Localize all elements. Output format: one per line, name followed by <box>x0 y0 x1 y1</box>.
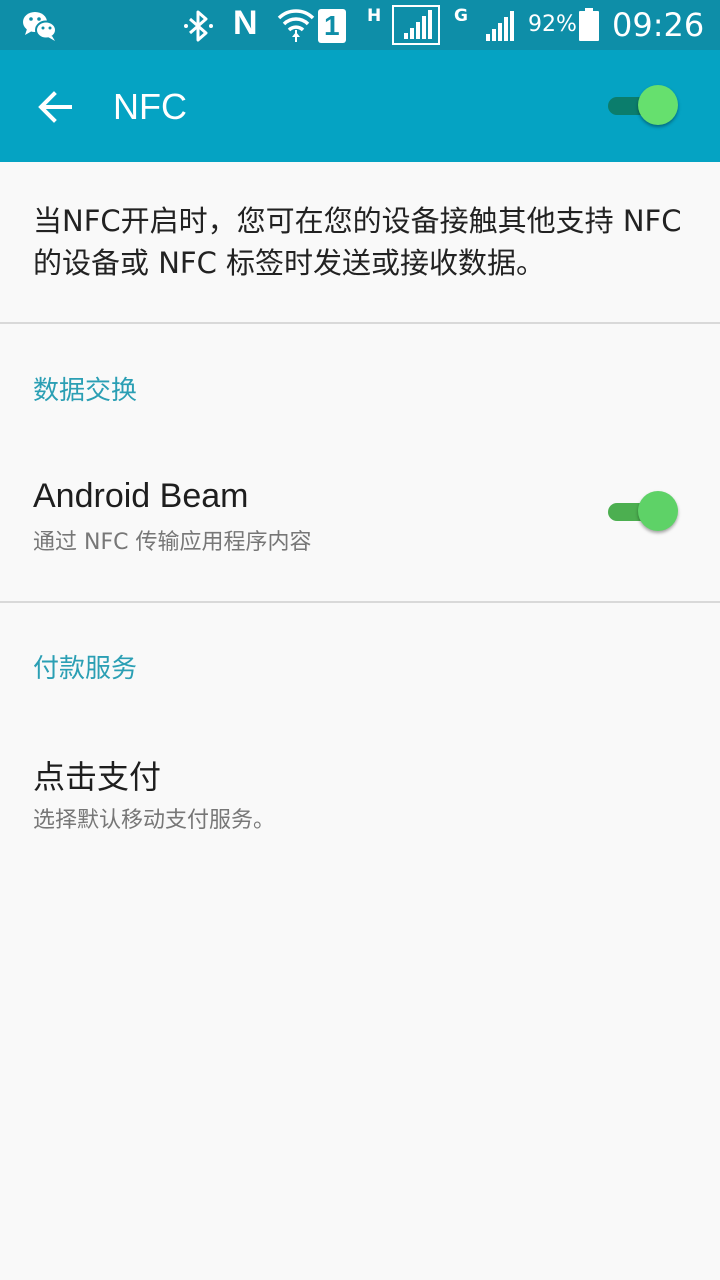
battery-percent: 92% <box>528 12 577 37</box>
divider <box>0 601 720 603</box>
page-title: NFC <box>113 86 187 127</box>
wifi-icon <box>277 9 315 42</box>
android-beam-switch[interactable] <box>606 488 684 536</box>
switch-thumb <box>638 85 678 125</box>
nfc-master-switch[interactable] <box>606 82 684 130</box>
section-header-data-exchange: 数据交换 <box>33 376 138 406</box>
sim1-icon: 1 <box>318 9 346 43</box>
wechat-icon <box>23 12 57 41</box>
divider <box>0 322 720 324</box>
signal-icon <box>392 5 440 45</box>
bluetooth-icon <box>184 10 213 42</box>
clock: 09:26 <box>612 6 705 44</box>
nfc-icon: N <box>233 4 258 42</box>
android-beam-row[interactable]: Android Beam 通过 NFC 传输应用程序内容 <box>0 450 720 600</box>
nfc-description: 当NFC开启时，您可在您的设备接触其他支持 NFC 的设备或 NFC 标签时发送… <box>33 204 682 280</box>
android-beam-subtitle: 通过 NFC 传输应用程序内容 <box>33 530 312 555</box>
tap-and-pay-row[interactable]: 点击支付 选择默认移动支付服务。 <box>0 730 720 860</box>
back-button[interactable] <box>30 81 82 133</box>
tap-and-pay-title: 点击支付 <box>33 758 162 796</box>
battery-icon <box>579 8 599 41</box>
network-type-g: G <box>454 6 468 26</box>
tap-and-pay-subtitle: 选择默认移动支付服务。 <box>33 808 276 833</box>
section-header-payment: 付款服务 <box>33 654 138 684</box>
signal-icon <box>486 11 514 41</box>
android-beam-title: Android Beam <box>33 477 249 515</box>
status-bar: N 1 H G 92% 09:26 <box>0 0 720 50</box>
switch-thumb <box>638 491 678 531</box>
network-type-h: H <box>367 6 382 26</box>
app-bar: NFC <box>0 50 720 162</box>
arrow-left-icon <box>38 91 72 123</box>
